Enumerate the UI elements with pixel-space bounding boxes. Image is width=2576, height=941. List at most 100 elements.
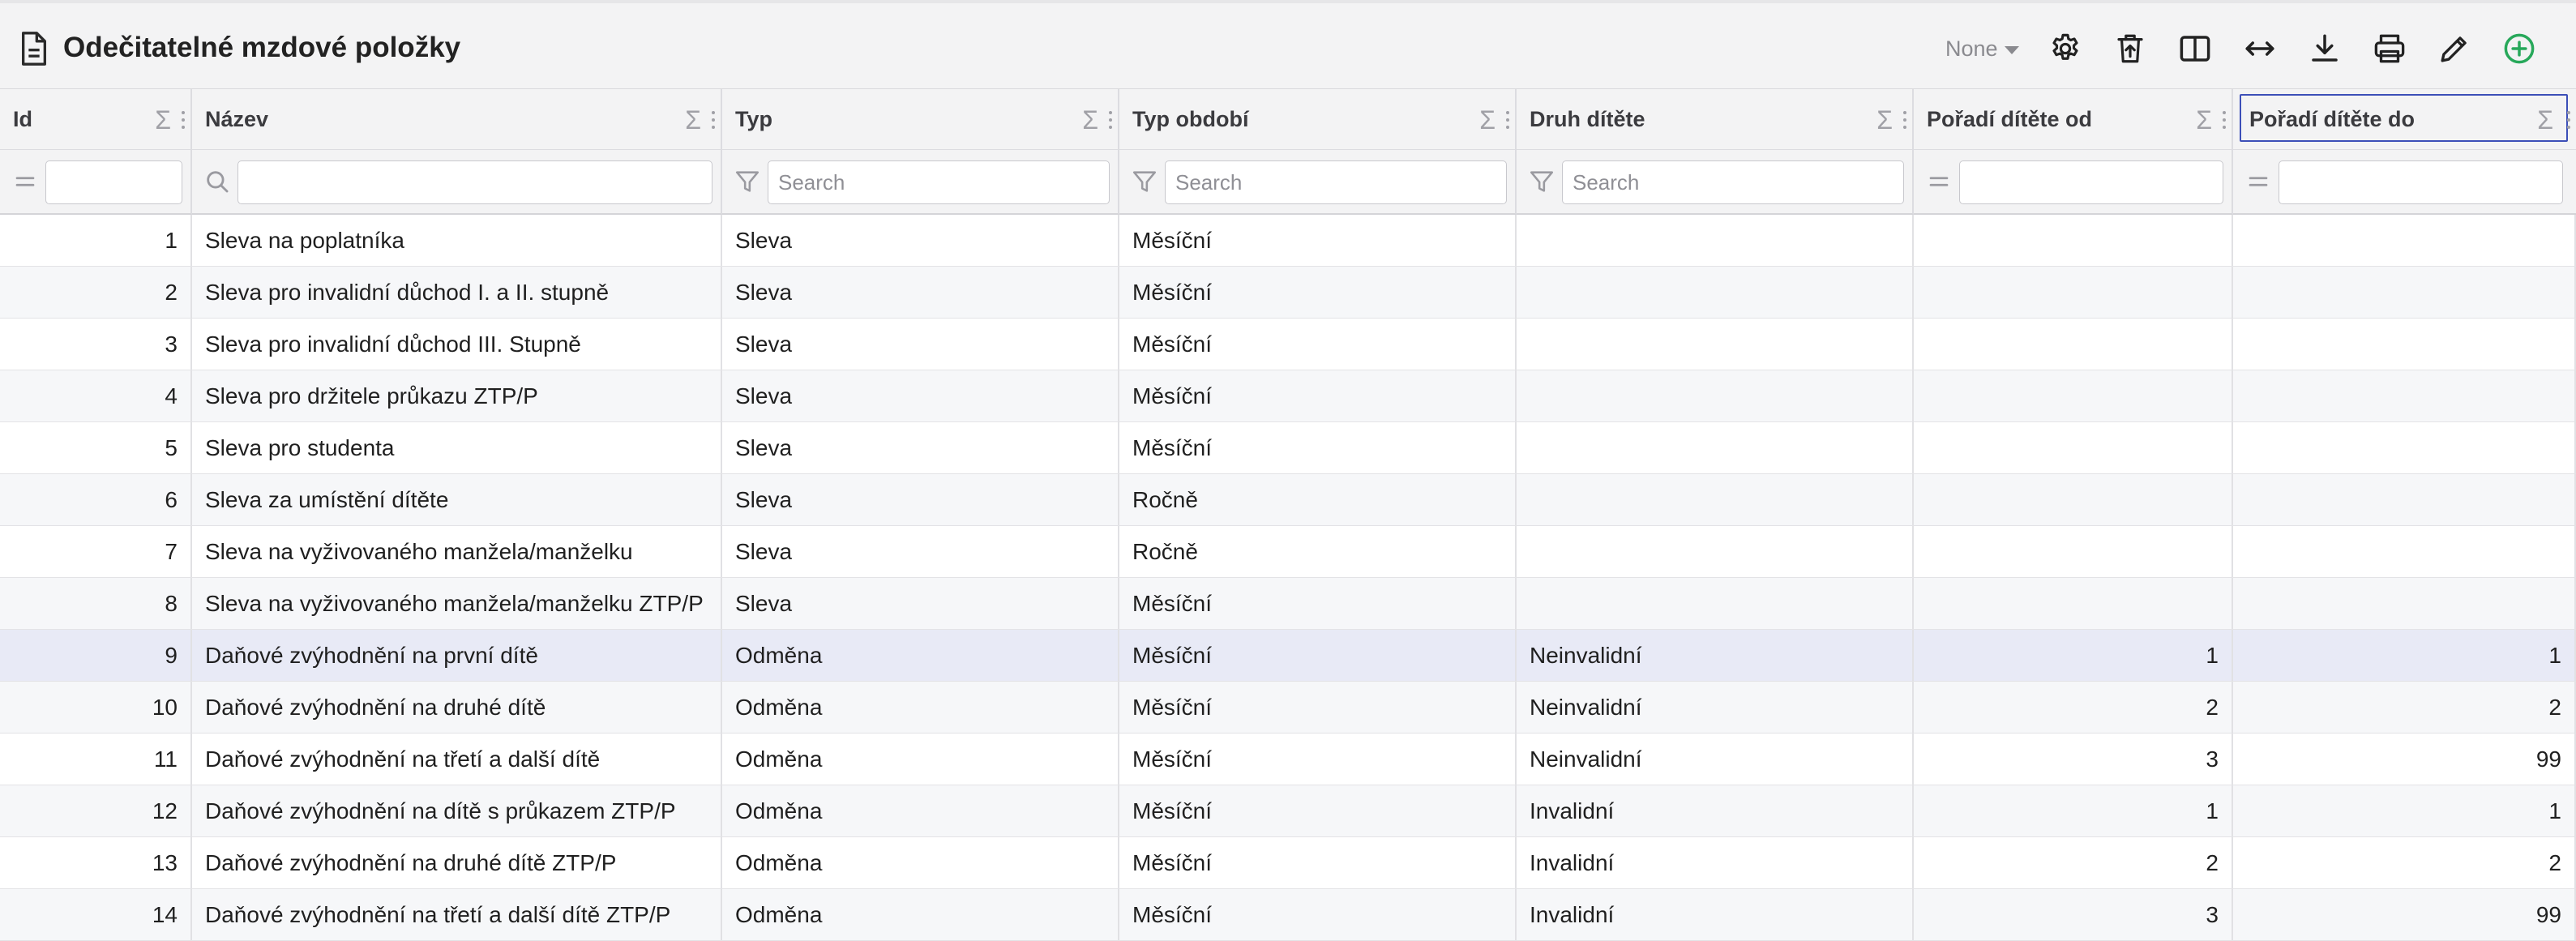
- table-body: 1 Sleva na poplatníka Sleva Měsíční 2 Sl…: [0, 215, 2576, 941]
- cell-id: 3: [0, 319, 192, 370]
- cell-poradi-do: 99: [2233, 734, 2576, 785]
- table-row[interactable]: 2 Sleva pro invalidní důchod I. a II. st…: [0, 267, 2576, 319]
- cell-druh-ditete: [1517, 370, 1914, 421]
- print-button[interactable]: [2368, 28, 2411, 70]
- table-row[interactable]: 11 Daňové zvýhodnění na třetí a další dí…: [0, 734, 2576, 785]
- cell-poradi-do: 1: [2233, 785, 2576, 836]
- column-menu-icon[interactable]: [2566, 109, 2571, 131]
- filter-input-poradi-od[interactable]: [1959, 160, 2223, 204]
- column-menu-icon[interactable]: [1902, 109, 1907, 131]
- cell-typ-obdobi: Měsíční: [1119, 682, 1517, 733]
- download-button[interactable]: [2304, 28, 2346, 70]
- table-row[interactable]: 8 Sleva na vyživovaného manžela/manželku…: [0, 578, 2576, 630]
- column-header-poradi-do[interactable]: Pořadí dítěte do Σ: [2233, 89, 2576, 150]
- cell-id: 10: [0, 682, 192, 733]
- fit-columns-button[interactable]: [2239, 28, 2281, 70]
- sigma-icon[interactable]: Σ: [1479, 104, 1496, 136]
- filter-icon[interactable]: [1528, 168, 1555, 195]
- filter-input-druh-ditete[interactable]: [1562, 160, 1904, 204]
- trash-upload-icon: [2117, 34, 2143, 63]
- column-header-nazev[interactable]: Název Σ: [192, 89, 722, 150]
- column-menu-icon[interactable]: [2222, 109, 2227, 131]
- filter-input-typ-obdobi[interactable]: [1165, 160, 1507, 204]
- cell-id: 14: [0, 889, 192, 940]
- cell-typ: Odměna: [722, 682, 1119, 733]
- cell-nazev: Sleva na vyživovaného manžela/manželku: [192, 526, 722, 577]
- add-button[interactable]: [2498, 28, 2540, 70]
- table-row[interactable]: 14 Daňové zvýhodnění na třetí a další dí…: [0, 889, 2576, 941]
- column-menu-icon[interactable]: [1505, 109, 1510, 131]
- cell-typ: Sleva: [722, 370, 1119, 421]
- arrows-horizontal-icon: [2245, 41, 2274, 56]
- equals-icon[interactable]: [2244, 168, 2272, 195]
- filter-icon[interactable]: [1131, 168, 1158, 195]
- column-header-label: Typ období: [1132, 107, 1249, 131]
- equals-icon[interactable]: [1925, 168, 1953, 195]
- cell-druh-ditete: [1517, 526, 1914, 577]
- sigma-icon[interactable]: Σ: [2537, 104, 2553, 136]
- table-row[interactable]: 5 Sleva pro studenta Sleva Měsíční: [0, 422, 2576, 474]
- filter-cell-typ-obdobi: [1119, 150, 1517, 215]
- document-icon: [22, 32, 46, 66]
- filter-cell-druh-ditete: [1517, 150, 1914, 215]
- cell-typ: Sleva: [722, 578, 1119, 629]
- table-row[interactable]: 4 Sleva pro držitele průkazu ZTP/P Sleva…: [0, 370, 2576, 422]
- cell-typ: Odměna: [722, 837, 1119, 888]
- table-row[interactable]: 13 Daňové zvýhodnění na druhé dítě ZTP/P…: [0, 837, 2576, 889]
- cell-typ: Odměna: [722, 734, 1119, 785]
- cell-typ-obdobi: Měsíční: [1119, 267, 1517, 318]
- cell-typ-obdobi: Měsíční: [1119, 630, 1517, 681]
- filter-input-typ[interactable]: [768, 160, 1110, 204]
- delete-button[interactable]: [2109, 28, 2151, 70]
- filter-input-nazev[interactable]: [237, 160, 712, 204]
- table-row[interactable]: 6 Sleva za umístění dítěte Sleva Ročně: [0, 474, 2576, 526]
- cell-nazev: Sleva na vyživovaného manžela/manželku Z…: [192, 578, 722, 629]
- filter-cell-poradi-od: [1914, 150, 2233, 215]
- cell-nazev: Sleva pro invalidní důchod I. a II. stup…: [192, 267, 722, 318]
- cell-druh-ditete: [1517, 578, 1914, 629]
- table-row[interactable]: 1 Sleva na poplatníka Sleva Měsíční: [0, 215, 2576, 267]
- column-header-poradi-od[interactable]: Pořadí dítěte od Σ: [1914, 89, 2233, 150]
- column-header-label: Pořadí dítěte od: [1927, 107, 2093, 131]
- table-row[interactable]: 12 Daňové zvýhodnění na dítě s průkazem …: [0, 785, 2576, 837]
- search-icon[interactable]: [203, 168, 231, 195]
- edit-button[interactable]: [2433, 28, 2475, 70]
- filter-input-id[interactable]: [45, 160, 182, 204]
- cell-poradi-od: 2: [1914, 682, 2233, 733]
- column-header-id[interactable]: Id Σ: [0, 89, 192, 150]
- cell-nazev: Daňové zvýhodnění na dítě s průkazem ZTP…: [192, 785, 722, 836]
- cell-poradi-do: [2233, 422, 2576, 473]
- sigma-icon[interactable]: Σ: [1876, 104, 1893, 136]
- cell-typ-obdobi: Měsíční: [1119, 734, 1517, 785]
- cell-druh-ditete: Invalidní: [1517, 837, 1914, 888]
- column-menu-icon[interactable]: [181, 109, 186, 131]
- filter-icon[interactable]: [734, 168, 761, 195]
- column-header-typ-obdobi[interactable]: Typ období Σ: [1119, 89, 1517, 150]
- column-menu-icon[interactable]: [711, 109, 716, 131]
- grouping-select[interactable]: None: [1945, 31, 2019, 66]
- table-row[interactable]: 10 Daňové zvýhodnění na druhé dítě Odměn…: [0, 682, 2576, 734]
- cell-druh-ditete: Invalidní: [1517, 889, 1914, 940]
- cell-typ-obdobi: Měsíční: [1119, 215, 1517, 266]
- column-header-typ[interactable]: Typ Σ: [722, 89, 1119, 150]
- cell-id: 2: [0, 267, 192, 318]
- cell-druh-ditete: Neinvalidní: [1517, 734, 1914, 785]
- column-menu-icon[interactable]: [1108, 109, 1113, 131]
- sigma-icon[interactable]: Σ: [155, 104, 171, 136]
- table-row[interactable]: 7 Sleva na vyživovaného manžela/manželku…: [0, 526, 2576, 578]
- sigma-icon[interactable]: Σ: [685, 104, 701, 136]
- cell-poradi-do: [2233, 370, 2576, 421]
- sigma-icon[interactable]: Σ: [2196, 104, 2212, 136]
- settings-button[interactable]: [2044, 28, 2086, 70]
- cell-nazev: Sleva pro studenta: [192, 422, 722, 473]
- split-view-button[interactable]: [2174, 28, 2216, 70]
- table-row-selected[interactable]: 9 Daňové zvýhodnění na první dítě Odměna…: [0, 630, 2576, 682]
- sigma-icon[interactable]: Σ: [1082, 104, 1098, 136]
- column-header-druh-ditete[interactable]: Druh dítěte Σ: [1517, 89, 1914, 150]
- cell-typ: Sleva: [722, 422, 1119, 473]
- cell-id: 12: [0, 785, 192, 836]
- cell-poradi-od: 3: [1914, 734, 2233, 785]
- equals-icon[interactable]: [11, 168, 39, 195]
- filter-input-poradi-do[interactable]: [2279, 160, 2563, 204]
- table-row[interactable]: 3 Sleva pro invalidní důchod III. Stupně…: [0, 319, 2576, 370]
